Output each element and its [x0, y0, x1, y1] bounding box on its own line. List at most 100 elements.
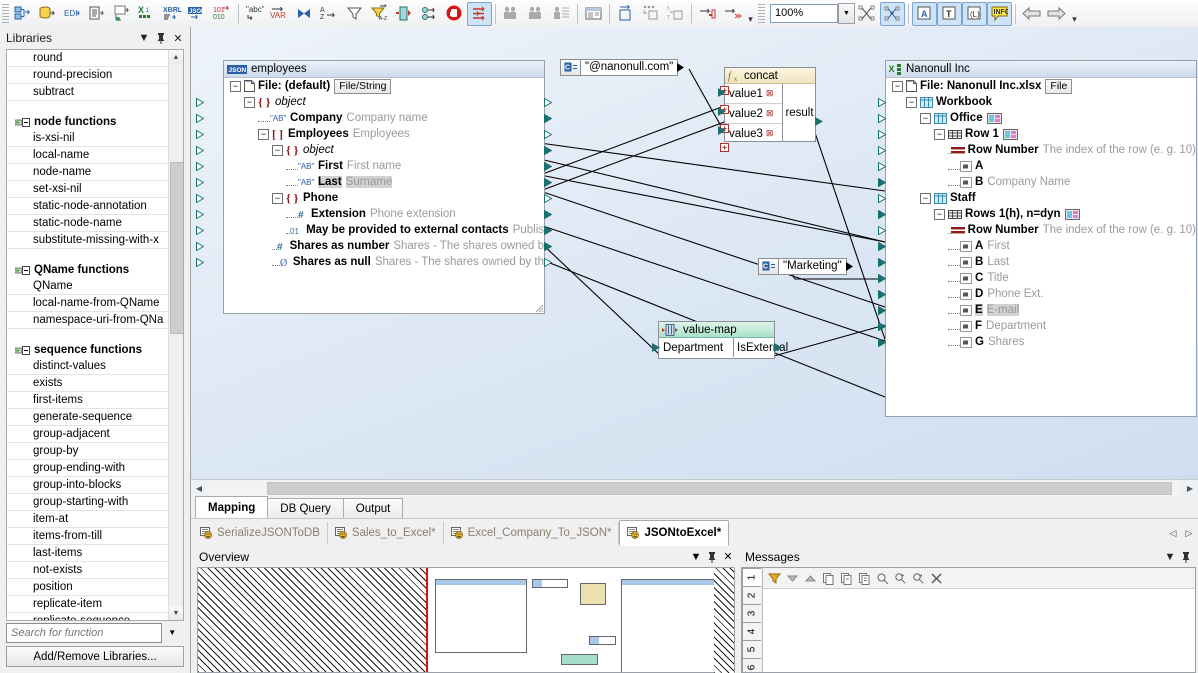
input-connector[interactable]	[878, 322, 886, 331]
input-connector[interactable]	[878, 178, 886, 187]
copy-all-icon[interactable]	[856, 570, 872, 586]
target-tree[interactable]: −File: Nanonull Inc.xlsxFile−Workbook−Of…	[886, 78, 1196, 350]
join-icon[interactable]	[292, 2, 317, 26]
show-annotations-icon[interactable]: A	[912, 2, 937, 26]
output-connector[interactable]	[544, 210, 552, 219]
variable-icon[interactable]: VAR	[267, 2, 292, 26]
xbrl-insert-icon[interactable]	[110, 2, 135, 26]
user-function-icon[interactable]	[499, 2, 524, 26]
input-connector-department[interactable]	[652, 343, 660, 352]
overview-viewport[interactable]	[426, 567, 734, 673]
copy-all-icon[interactable]: 5 T	[663, 2, 688, 26]
scroll-left-button[interactable]: ◀	[191, 481, 207, 496]
library-function-item[interactable]: items-from-till	[7, 528, 167, 545]
user-function-inline-icon[interactable]	[524, 2, 549, 26]
row-settings-badge[interactable]	[1061, 209, 1080, 220]
function-concat[interactable]: f x concat value1 ⊠ value2 ⊠	[724, 67, 816, 142]
back-arrow-icon[interactable]	[1019, 2, 1044, 26]
scroll-up-button[interactable]: ▲	[169, 50, 183, 64]
output-connector[interactable]	[544, 258, 552, 267]
sort-icon[interactable]: A Z	[317, 2, 342, 26]
scroll-track[interactable]	[207, 481, 1182, 496]
tree-node-a[interactable]: A	[886, 158, 1196, 174]
tree-node-f[interactable]: FDepartment	[886, 318, 1196, 334]
input-connector[interactable]	[196, 242, 204, 251]
scroll-down-button[interactable]: ▼	[169, 606, 183, 620]
scroll-thumb[interactable]	[170, 162, 184, 334]
library-category-QName-functions[interactable]: QName functions	[7, 262, 167, 278]
clear-icon[interactable]	[928, 570, 944, 586]
input-connector[interactable]	[878, 290, 886, 299]
library-function-item[interactable]: group-ending-with	[7, 460, 167, 477]
libraries-list[interactable]: roundround-precisionsubtractnode functio…	[6, 49, 184, 621]
file-button[interactable]: File	[1045, 79, 1072, 94]
next-message-icon[interactable]	[720, 2, 745, 26]
input-connector[interactable]	[196, 258, 204, 267]
messages-tab-5[interactable]: 5	[742, 640, 761, 659]
tree-node-shares-as-null[interactable]: ØShares as nullShares - The shares owned…	[224, 254, 544, 270]
chevron-down-icon[interactable]: ▼	[688, 549, 704, 565]
library-function-item[interactable]: distinct-values	[7, 358, 167, 375]
libraries-scrollbar[interactable]: ▲ ▼	[168, 50, 183, 620]
input-connector[interactable]	[878, 146, 886, 155]
toolbar-overflow-button[interactable]: ▾	[745, 3, 756, 25]
function-input-value3[interactable]: value3 ⊠	[725, 124, 782, 143]
resize-grip[interactable]	[532, 301, 544, 313]
tree-node-g[interactable]: GShares	[886, 334, 1196, 350]
messages-tab-strip[interactable]: 123456	[742, 568, 763, 672]
output-connector[interactable]	[544, 194, 552, 203]
library-function-item[interactable]: local-name-from-QName	[7, 295, 167, 312]
tree-node-object[interactable]: −{ }object	[224, 142, 544, 158]
tree-node-rows-1-h-n-dyn[interactable]: −Rows 1(h), n=dyn	[886, 206, 1196, 222]
row-settings-badge[interactable]	[999, 129, 1018, 140]
toolbar-grip[interactable]	[2, 4, 9, 24]
input-connector[interactable]	[878, 98, 886, 107]
value-map-header[interactable]: value-map	[659, 322, 774, 338]
messages-tab-3[interactable]: 3	[742, 604, 761, 623]
tree-expander[interactable]: −	[258, 129, 269, 140]
library-function-item[interactable]: node-name	[7, 164, 167, 181]
file-button[interactable]: File/String	[334, 79, 391, 94]
delete-param-icon[interactable]: ⊠	[766, 108, 774, 119]
messages-body[interactable]: 123456	[741, 567, 1196, 673]
if-else-icon[interactable]	[392, 2, 417, 26]
library-function-item[interactable]: local-name	[7, 147, 167, 164]
text-file-icon[interactable]	[85, 2, 110, 26]
output-connector[interactable]	[677, 63, 684, 72]
view-tab-db-query[interactable]: DB Query	[267, 498, 344, 518]
output-connector[interactable]	[846, 262, 853, 271]
library-category-icon[interactable]	[15, 265, 30, 276]
tree-node-last[interactable]: "AB"LastSurname	[224, 174, 544, 190]
xbrl-icon[interactable]: XBRL	[160, 2, 185, 26]
output-connector[interactable]	[544, 226, 552, 235]
toolbar-grip-2[interactable]	[758, 4, 765, 24]
excel-icon[interactable]: X 1	[135, 2, 160, 26]
constant-value[interactable]: "Marketing"	[779, 258, 847, 275]
sort-by-key-icon[interactable]: A-Z	[367, 2, 392, 26]
copy-icon[interactable]	[820, 570, 836, 586]
library-category-icon[interactable]	[15, 117, 30, 128]
tree-node-may-be-provided-to-external-contacts[interactable]: 01May be provided to external contactsPu…	[224, 222, 544, 238]
add-param-icon[interactable]	[720, 143, 729, 152]
edi-icon[interactable]: EDI	[60, 2, 85, 26]
scroll-thumb[interactable]	[267, 482, 1172, 495]
overview-canvas[interactable]	[197, 567, 734, 673]
search-dropdown-arrow[interactable]: ▼	[162, 623, 182, 641]
input-connector[interactable]	[196, 226, 204, 235]
input-connector[interactable]	[878, 114, 886, 123]
input-connector[interactable]	[878, 194, 886, 203]
pin-icon[interactable]	[1178, 549, 1194, 565]
view-tabs[interactable]: MappingDB QueryOutput	[191, 496, 1198, 518]
input-connector[interactable]	[878, 338, 886, 347]
search-input[interactable]	[6, 623, 162, 643]
tree-node-b[interactable]: BCompany Name	[886, 174, 1196, 190]
messages-content[interactable]	[763, 568, 1195, 672]
library-function-item[interactable]: QName	[7, 278, 167, 295]
input-connector[interactable]	[878, 210, 886, 219]
show-library-icon[interactable]: (L)	[962, 2, 987, 26]
function-output-result[interactable]: result	[782, 84, 816, 141]
tree-node-a[interactable]: AFirst	[886, 238, 1196, 254]
input-connector[interactable]	[878, 274, 886, 283]
output-connector[interactable]	[544, 130, 552, 139]
library-function-item[interactable]: group-starting-with	[7, 494, 167, 511]
